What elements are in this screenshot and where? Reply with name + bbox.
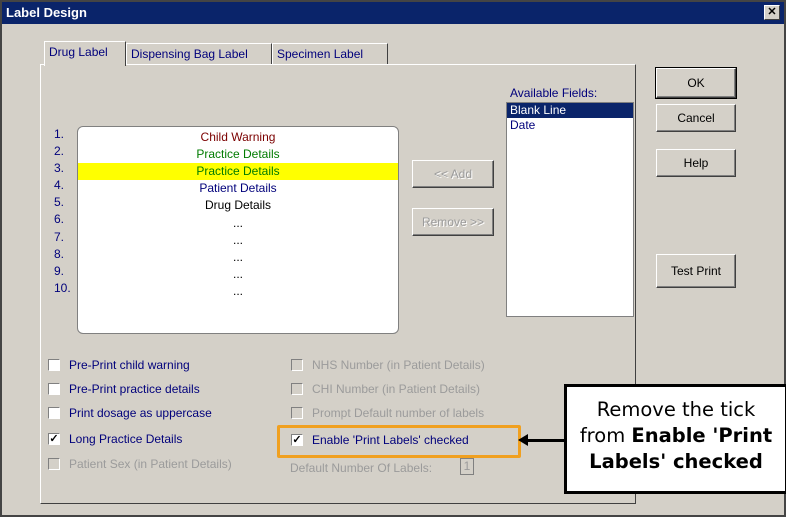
- checkbox-box: [48, 406, 60, 419]
- available-fields-listbox[interactable]: Blank Line Date: [506, 102, 634, 317]
- label-line-item[interactable]: ...: [78, 266, 398, 283]
- title-bar: Label Design ✕: [2, 2, 784, 24]
- line-number: 5.: [54, 195, 65, 210]
- label-lines-listbox[interactable]: Child Warning Practice Details Practice De…: [77, 126, 399, 334]
- option-label: NHS Number (in Patient Details): [312, 358, 485, 372]
- callout-prefix: from: [579, 424, 632, 447]
- line-number: 1.: [54, 127, 65, 141]
- option-label: Long Practice Details: [69, 432, 183, 446]
- enable-print-labels-highlight: [277, 425, 521, 458]
- remove-button[interactable]: Remove >>: [412, 208, 494, 236]
- available-fields-label: Available Fields:: [510, 86, 598, 100]
- callout-bold-2: Labels' checked: [589, 450, 763, 473]
- callout-line-3: Labels' checked: [567, 449, 785, 475]
- ok-button[interactable]: OK: [655, 67, 737, 99]
- available-field-item[interactable]: Date: [507, 118, 633, 133]
- tab-specimen-label[interactable]: Specimen Label: [272, 43, 388, 65]
- close-icon[interactable]: ✕: [764, 5, 780, 20]
- tab-dispensing-bag-label[interactable]: Dispensing Bag Label: [126, 43, 272, 65]
- line-number: 8.: [54, 246, 65, 261]
- label-line-item[interactable]: Patient Details: [78, 180, 398, 197]
- option-checkbox[interactable]: Pre-Print practice details: [48, 381, 200, 397]
- label-line-item[interactable]: Practice Details: [78, 146, 398, 163]
- option-checkbox: Prompt Default number of labels: [291, 405, 484, 421]
- label-line-item[interactable]: ...: [78, 232, 398, 249]
- available-field-item[interactable]: Blank Line: [507, 103, 633, 118]
- option-label: Pre-Print child warning: [69, 358, 190, 372]
- callout-line-1: Remove the tick: [596, 398, 756, 421]
- default-number-of-labels-field[interactable]: 1: [460, 458, 474, 475]
- line-number: 10.: [54, 280, 71, 295]
- window-title: Label Design: [6, 5, 87, 20]
- line-number: 7.: [54, 229, 65, 244]
- option-checkbox[interactable]: ✓ Long Practice Details: [48, 431, 182, 447]
- callout-bold-1: Enable 'Print: [631, 424, 773, 447]
- test-print-button[interactable]: Test Print: [656, 254, 736, 288]
- checkbox-box: [48, 457, 60, 470]
- option-label: Print dosage as uppercase: [69, 406, 212, 420]
- option-label: Patient Sex (in Patient Details): [69, 457, 232, 471]
- option-checkbox: CHI Number (in Patient Details): [291, 381, 480, 397]
- option-label: Pre-Print practice details: [69, 382, 200, 396]
- label-line-item[interactable]: Practice Details: [78, 163, 398, 181]
- callout-line-2: from Enable 'Print: [567, 423, 785, 449]
- checkbox-box: [48, 358, 60, 371]
- option-checkbox[interactable]: Pre-Print child warning: [48, 357, 190, 373]
- add-button[interactable]: << Add: [412, 160, 494, 188]
- instruction-callout: Remove the tick from Enable 'Print Label…: [564, 384, 786, 494]
- checkbox-box: [48, 382, 60, 395]
- label-line-item[interactable]: Child Warning: [78, 129, 398, 146]
- option-checkbox[interactable]: Print dosage as uppercase: [48, 405, 212, 421]
- arrow-shaft: [525, 439, 565, 442]
- label-line-item[interactable]: ...: [78, 215, 398, 232]
- line-number: 2.: [54, 144, 65, 159]
- checkbox-box: [291, 358, 303, 371]
- checkmark-icon: ✓: [48, 432, 60, 445]
- label-design-dialog: Label Design ✕ Drug Label Dispensing Bag…: [0, 0, 786, 517]
- label-line-item[interactable]: Drug Details: [78, 197, 398, 214]
- line-number: 3.: [54, 161, 65, 176]
- cancel-button[interactable]: Cancel: [656, 104, 736, 132]
- label-line-item[interactable]: ...: [78, 249, 398, 266]
- default-number-of-labels-label: Default Number Of Labels:: [290, 461, 433, 475]
- option-label: CHI Number (in Patient Details): [312, 382, 481, 396]
- line-number: 9.: [54, 263, 65, 278]
- line-number: 6.: [54, 212, 65, 227]
- line-number: 4.: [54, 178, 65, 193]
- label-line-item[interactable]: ...: [78, 283, 398, 300]
- checkbox-box: [291, 406, 303, 419]
- checkbox-box: [291, 382, 303, 395]
- help-button[interactable]: Help: [656, 149, 736, 177]
- tab-drug-label[interactable]: Drug Label: [44, 41, 126, 66]
- option-checkbox: NHS Number (in Patient Details): [291, 357, 485, 373]
- line-number-list: 1. 2. 3. 4. 5. 6. 7. 8. 9. 10.: [54, 126, 71, 297]
- option-checkbox: Patient Sex (in Patient Details): [48, 456, 232, 472]
- option-label: Prompt Default number of labels: [312, 406, 485, 420]
